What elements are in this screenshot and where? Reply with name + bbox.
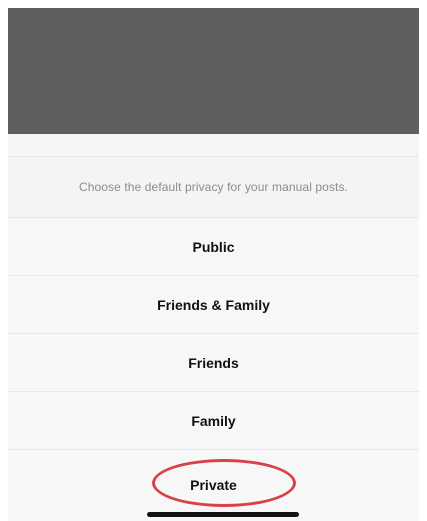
privacy-option-friends[interactable]: Friends (8, 334, 419, 392)
screen: Choose the default privacy for your manu… (0, 0, 427, 521)
privacy-option-label: Family (191, 412, 236, 429)
privacy-option-label: Private (190, 477, 237, 493)
left-margin (0, 0, 8, 521)
privacy-option-label: Public (192, 238, 235, 255)
privacy-action-sheet: Choose the default privacy for your manu… (8, 134, 419, 521)
right-margin (419, 0, 427, 521)
privacy-option-private[interactable]: Private (8, 450, 419, 520)
privacy-option-friends-family[interactable]: Friends & Family (8, 276, 419, 334)
privacy-option-public[interactable]: Public (8, 218, 419, 276)
privacy-prompt-text: Choose the default privacy for your manu… (78, 180, 349, 194)
privacy-option-label: Friends (188, 354, 239, 371)
home-indicator[interactable] (147, 512, 299, 517)
sheet-top-gap (8, 134, 419, 156)
privacy-prompt: Choose the default privacy for your manu… (8, 156, 419, 218)
privacy-option-label: Friends & Family (157, 296, 270, 313)
privacy-option-family[interactable]: Family (8, 392, 419, 450)
dimmed-overlay[interactable] (8, 8, 419, 134)
